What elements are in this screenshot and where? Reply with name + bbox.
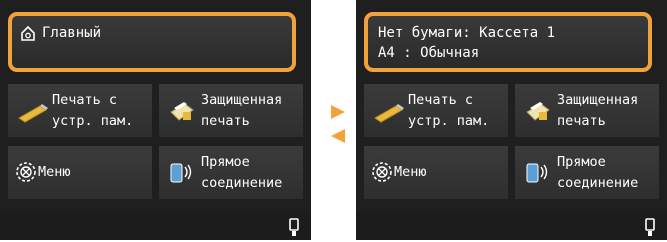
print-from-memory-button[interactable]: Печать с устр. пам. bbox=[364, 84, 508, 137]
direct-connection-icon bbox=[167, 158, 195, 190]
secure-print-line2: печать bbox=[557, 113, 606, 129]
secure-print-icon bbox=[523, 98, 553, 128]
secure-print-icon bbox=[167, 98, 197, 128]
home-icon bbox=[20, 25, 36, 45]
direct-connection-line1: Прямое bbox=[557, 154, 606, 170]
usb-port-icon bbox=[645, 218, 655, 242]
secure-print-line1: Защищенная bbox=[201, 92, 283, 108]
error-status-area[interactable]: Нет бумаги: Кассета 1 A4 : Обычная bbox=[364, 12, 652, 72]
arrow-right-icon bbox=[330, 104, 346, 124]
usb-port-icon bbox=[289, 218, 299, 242]
status-line-2: A4 : Обычная bbox=[378, 45, 480, 61]
direct-connection-line2: соединение bbox=[557, 175, 639, 191]
status-line-1: Нет бумаги: Кассета 1 bbox=[378, 25, 556, 41]
direct-connection-icon bbox=[523, 158, 551, 190]
secure-print-button[interactable]: Защищенная печать bbox=[159, 84, 303, 137]
home-status-area[interactable]: Главный bbox=[8, 12, 296, 72]
print-from-memory-line1: Печать с bbox=[52, 92, 118, 108]
usb-stick-icon bbox=[372, 102, 406, 128]
usb-stick-icon bbox=[16, 102, 50, 128]
menu-gear-icon bbox=[370, 160, 394, 188]
print-from-memory-line1: Печать с bbox=[408, 92, 474, 108]
left-screen: Главный Печать с устр. пам. Защищенная п… bbox=[0, 0, 311, 240]
menu-button[interactable]: Меню bbox=[8, 146, 152, 199]
secure-print-line2: печать bbox=[201, 113, 250, 129]
menu-gear-icon bbox=[14, 160, 38, 188]
bottom-bar bbox=[0, 212, 311, 240]
direct-connection-line2: соединение bbox=[201, 175, 283, 191]
direct-connection-button[interactable]: Прямое соединение bbox=[515, 146, 659, 199]
direct-connection-button[interactable]: Прямое соединение bbox=[159, 146, 303, 199]
bottom-bar bbox=[356, 212, 667, 240]
print-from-memory-line2: устр. пам. bbox=[52, 113, 134, 129]
menu-label: Меню bbox=[38, 164, 71, 180]
menu-button[interactable]: Меню bbox=[364, 146, 508, 199]
secure-print-line1: Защищенная bbox=[557, 92, 639, 108]
arrow-left-icon bbox=[330, 128, 346, 148]
print-from-memory-line2: устр. пам. bbox=[408, 113, 490, 129]
direct-connection-line1: Прямое bbox=[201, 154, 250, 170]
home-label: Главный bbox=[42, 25, 102, 41]
right-screen: Нет бумаги: Кассета 1 A4 : Обычная Печат… bbox=[356, 0, 667, 240]
secure-print-button[interactable]: Защищенная печать bbox=[515, 84, 659, 137]
print-from-memory-button[interactable]: Печать с устр. пам. bbox=[8, 84, 152, 137]
menu-label: Меню bbox=[394, 164, 427, 180]
